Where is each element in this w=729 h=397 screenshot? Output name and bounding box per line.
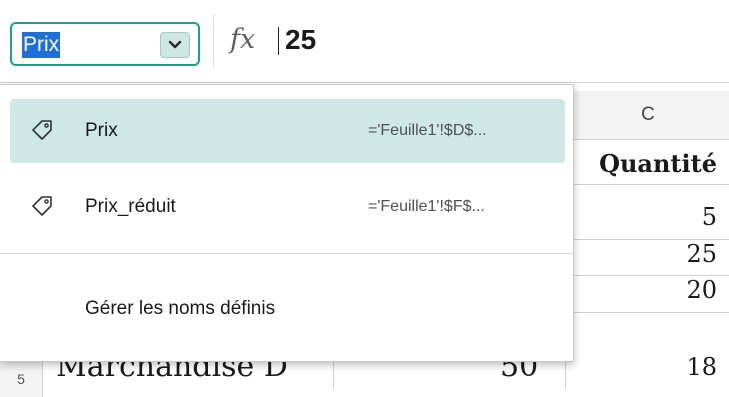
cell-c4[interactable]: 18 [566,353,729,389]
name-box-input[interactable]: Prix [22,32,61,58]
text-cursor [278,27,279,55]
menu-item-reference: ='Feuille1'!$F$... [368,198,485,215]
menu-item-label: Prix_réduit [85,196,176,217]
menu-item-label: Prix [85,120,118,141]
cell-c2[interactable]: 25 [566,240,729,276]
cell-c3[interactable]: 20 [566,276,729,313]
formula-input[interactable]: 25 [285,24,316,56]
tag-icon [32,196,52,216]
column-header-c[interactable]: C [565,91,729,140]
chevron-down-icon [168,40,182,49]
fx-icon[interactable]: fx [230,24,255,55]
menu-item-prix-reduit[interactable]: Prix_réduit ='Feuille1'!$F$... [10,175,565,239]
name-box[interactable]: Prix [10,22,200,66]
name-box-dropdown-button[interactable] [160,32,190,58]
formula-bar-divider [213,14,214,68]
defined-names-menu: Prix ='Feuille1'!$D$... Prix_réduit ='Fe… [0,84,574,362]
tag-icon [32,120,52,140]
menu-item-reference: ='Feuille1'!$D$... [368,122,487,139]
menu-item-prix[interactable]: Prix ='Feuille1'!$D$... [10,99,565,163]
menu-separator [0,253,573,254]
manage-defined-names-item[interactable]: Gérer les noms définis [85,298,275,320]
cell-c1[interactable]: 5 [566,203,729,240]
cell-c-header[interactable]: Quantité [566,149,729,185]
formula-bar: Prix fx 25 [0,0,729,83]
row-header[interactable]: 5 [0,361,43,397]
